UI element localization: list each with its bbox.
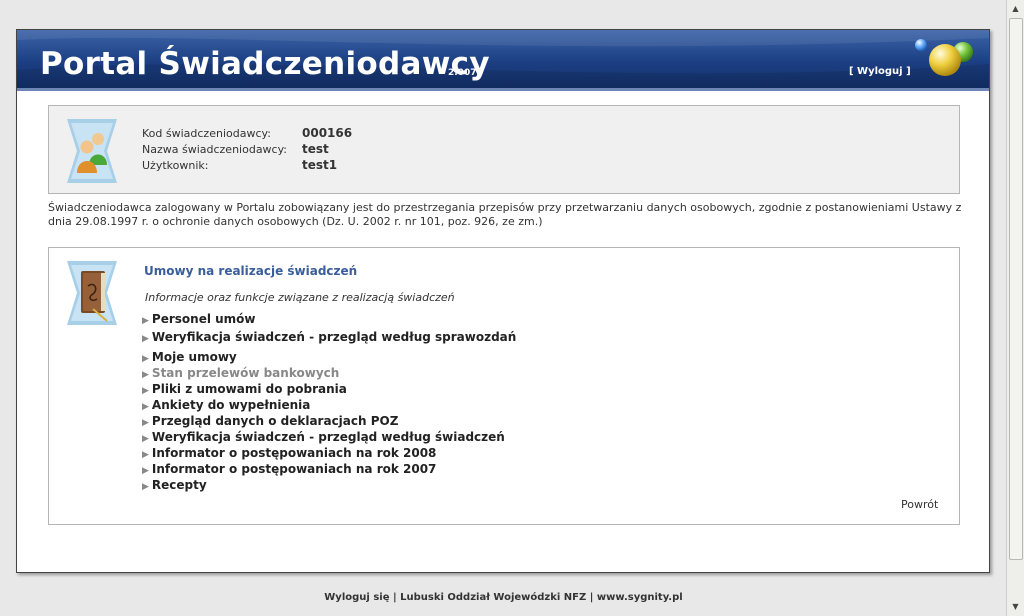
footer-logout-link[interactable]: Wyloguj się xyxy=(324,592,389,603)
scrollbar-thumb[interactable] xyxy=(1009,18,1023,560)
arrow-right-icon: ▶ xyxy=(142,370,149,380)
arrow-right-icon: ▶ xyxy=(142,386,149,396)
arrow-right-icon: ▶ xyxy=(142,450,149,460)
menu-item-moje-umowy[interactable]: ▶ Moje umowy xyxy=(142,350,237,364)
user-value: test1 xyxy=(302,158,338,172)
arrow-right-icon: ▶ xyxy=(142,482,149,492)
scroll-down-arrow-icon[interactable]: ▼ xyxy=(1008,599,1023,615)
footer-separator: | xyxy=(389,592,401,603)
portal-header: Portal Świadczeniodawcy 2.0075 [ Wyloguj… xyxy=(17,30,989,88)
menu-item-label: Informator o postępowaniach na rok 2007 xyxy=(151,462,437,476)
menu-item-label: Moje umowy xyxy=(151,350,237,364)
menu-item-weryfikacja-swiadczen[interactable]: ▶ Weryfikacja świadczeń - przegląd według… xyxy=(142,430,505,444)
menu-item-label: Stan przelewów bankowych xyxy=(151,366,340,380)
menu-item-label: Personel umów xyxy=(151,312,256,326)
menu-item-label: Weryfikacja świadczeń - przegląd według … xyxy=(151,330,517,344)
privacy-notice: Świadczeniodawca zalogowany w Portalu zo… xyxy=(48,201,963,229)
menu-item-recepty[interactable]: ▶ Recepty xyxy=(142,478,207,492)
menu-item-weryfikacja-sprawozdan[interactable]: ▶ Weryfikacja świadczeń - przegląd według… xyxy=(142,330,516,344)
menu-item-informator-2007[interactable]: ▶ Informator o postępowaniach na rok 2007 xyxy=(142,462,436,476)
version-label: 2.0075 xyxy=(448,68,483,78)
users-icon xyxy=(67,119,117,183)
header-divider xyxy=(17,88,989,91)
privacy-notice-line-1: Świadczeniodawca zalogowany w Portalu zo… xyxy=(48,201,962,214)
portal-window: Portal Świadczeniodawcy 2.0075 [ Wyloguj… xyxy=(16,29,990,573)
scroll-up-arrow-icon[interactable]: ▲ xyxy=(1008,1,1023,17)
section-title: Umowy na realizacje świadczeń xyxy=(144,264,358,278)
menu-item-ankiety[interactable]: ▶ Ankiety do wypełnienia xyxy=(142,398,310,412)
menu-item-deklaracje-poz[interactable]: ▶ Przegląd danych o deklaracjach POZ xyxy=(142,414,398,428)
back-link[interactable]: Powrót xyxy=(901,498,938,511)
arrow-right-icon: ▶ xyxy=(142,418,149,428)
arrow-right-icon: ▶ xyxy=(142,466,149,476)
page-footer: Wyloguj się | Lubuski Oddział Wojewódzki… xyxy=(0,592,1007,603)
menu-item-stan-przelewow[interactable]: ▶ Stan przelewów bankowych xyxy=(142,366,339,380)
provider-info-box: Kod świadczeniodawcy: 000166 Nazwa świad… xyxy=(48,105,960,194)
provider-name-label: Nazwa świadczeniodawcy: xyxy=(142,143,288,156)
privacy-notice-line-2: dnia 29.08.1997 r. o ochronie danych oso… xyxy=(48,215,543,228)
menu-item-personel-umow[interactable]: ▶ Personel umów xyxy=(142,312,256,326)
browser-vertical-scrollbar[interactable]: ▲ ▼ xyxy=(1006,0,1024,616)
provider-name-value: test xyxy=(302,142,329,156)
provider-code-value: 000166 xyxy=(302,126,353,140)
contracts-section: Umowy na realizacje świadczeń Informacje… xyxy=(48,247,960,525)
menu-item-label: Informator o postępowaniach na rok 2008 xyxy=(151,446,437,460)
arrow-right-icon: ▶ xyxy=(142,334,149,344)
menu-item-label: Ankiety do wypełnienia xyxy=(151,398,311,412)
footer-separator: | xyxy=(586,592,597,603)
provider-code-label: Kod świadczeniodawcy: xyxy=(142,127,271,140)
arrow-right-icon: ▶ xyxy=(142,402,149,412)
section-subtitle: Informacje oraz funkcje związane z reali… xyxy=(145,291,455,304)
arrow-right-icon: ▶ xyxy=(142,316,149,326)
arrow-right-icon: ▶ xyxy=(142,354,149,364)
menu-item-informator-2008[interactable]: ▶ Informator o postępowaniach na rok 2008 xyxy=(142,446,436,460)
user-label: Użytkownik: xyxy=(142,159,209,172)
menu-item-label: Przegląd danych o deklaracjach POZ xyxy=(151,414,399,428)
menu-item-label: Weryfikacja świadczeń - przegląd według … xyxy=(151,430,505,444)
menu-item-label: Pliki z umowami do pobrania xyxy=(151,382,347,396)
footer-org-link[interactable]: Lubuski Oddział Wojewódzki NFZ xyxy=(400,592,586,603)
portal-title: Portal Świadczeniodawcy xyxy=(40,46,490,82)
book-icon xyxy=(67,261,117,325)
arrow-right-icon: ▶ xyxy=(142,434,149,444)
menu-item-pliki-z-umowami[interactable]: ▶ Pliki z umowami do pobrania xyxy=(142,382,347,396)
decorative-balls-icon xyxy=(915,39,973,76)
menu-item-label: Recepty xyxy=(151,478,207,492)
footer-site-link[interactable]: www.sygnity.pl xyxy=(597,592,683,603)
